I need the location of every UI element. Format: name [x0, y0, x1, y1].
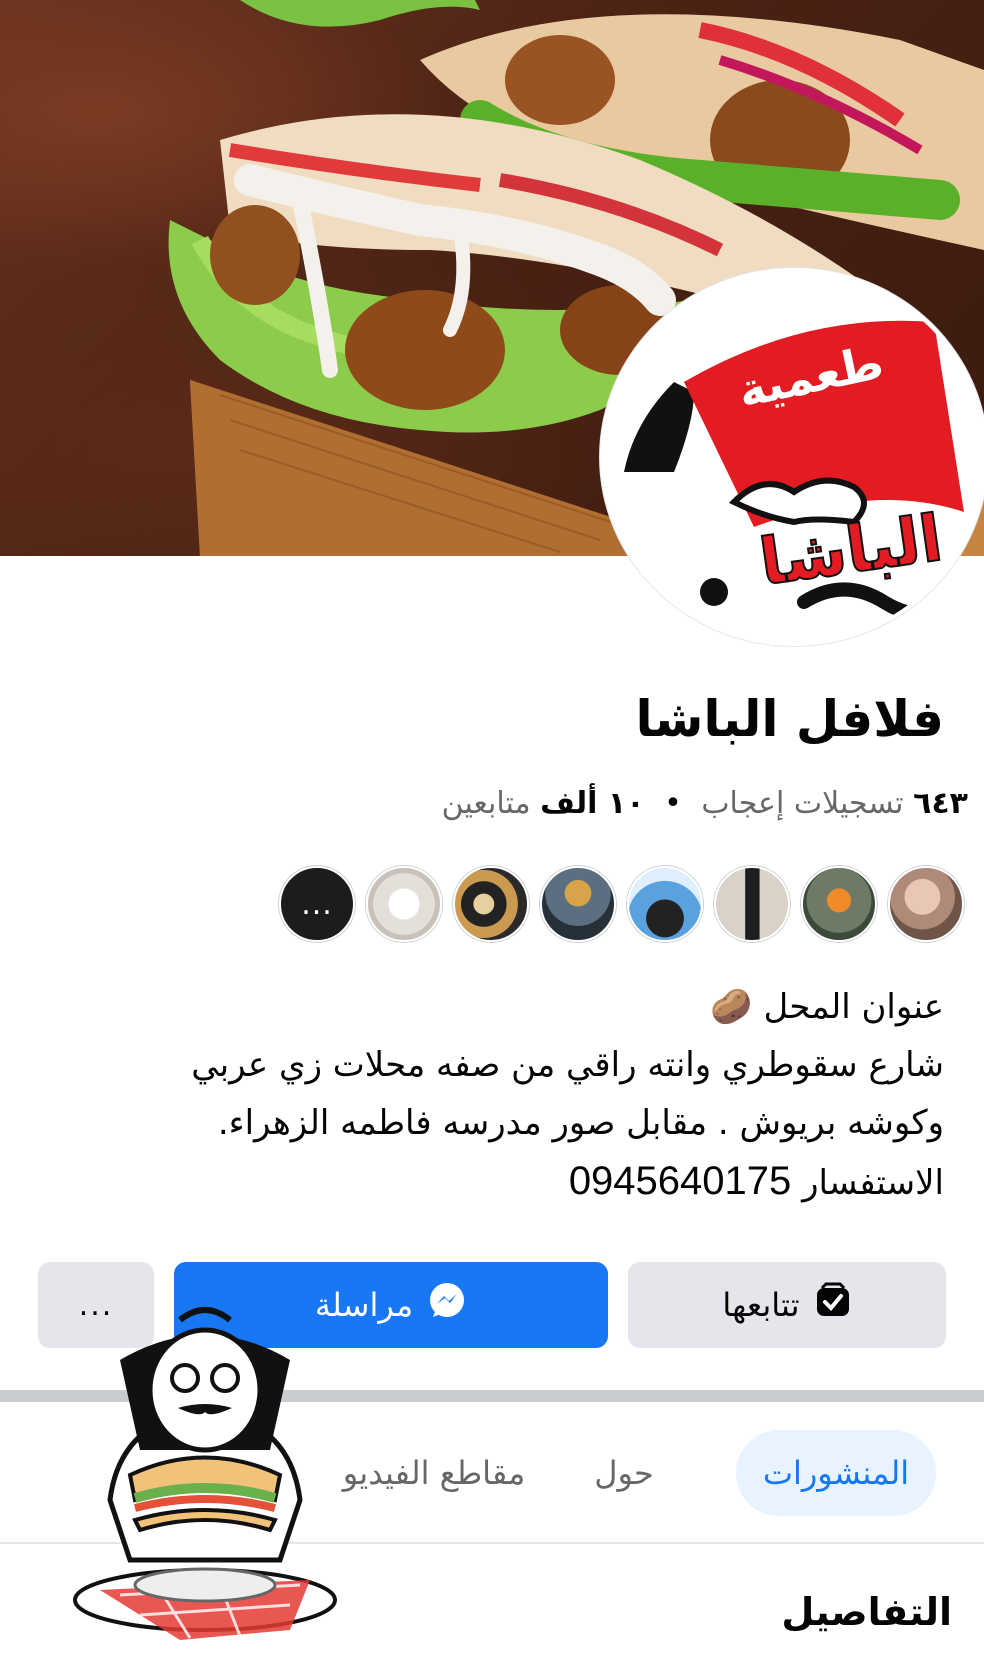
page-bio: عنوان المحل 🥔 شارع سقوطري وانته راقي من … [84, 978, 944, 1212]
follower-avatar[interactable] [801, 866, 877, 942]
tab-videos[interactable]: مقاطع الفيديو [324, 1430, 544, 1516]
bio-line: وكوشه بريوش . مقابل صور مدرسه فاطمه الزه… [217, 1103, 944, 1143]
follower-avatar[interactable] [888, 866, 964, 942]
followers-label: متابعين [441, 786, 531, 821]
page-stats[interactable]: ٦٤٣ تسجيلات إعجاب • ١٠ ألف متابعين [442, 786, 968, 821]
profile-picture[interactable]: طعمية الباشا [600, 268, 984, 646]
details-heading: التفاصيل [781, 1590, 952, 1634]
stats-separator: • [664, 786, 682, 821]
sandwich-mascot-icon [73, 1307, 337, 1640]
follow-icon [814, 1282, 852, 1328]
follower-avatar[interactable] [540, 866, 616, 942]
follower-avatar[interactable] [714, 866, 790, 942]
tab-about[interactable]: حول [564, 1430, 684, 1516]
follower-avatar[interactable] [627, 866, 703, 942]
bio-line: الاستفسار 0945640175 [568, 1159, 944, 1203]
falafel-emoji-icon: 🥔 [710, 987, 753, 1027]
pasha-logo-icon: طعمية الباشا [624, 320, 971, 622]
followers-count: ١٠ ألف [540, 786, 645, 821]
follow-label: تتابعها [722, 1286, 800, 1324]
page-title: فلافل الباشا [635, 690, 944, 748]
follower-avatar[interactable] [453, 866, 529, 942]
bio-line: عنوان المحل 🥔 [710, 987, 944, 1027]
bio-line: شارع سقوطري وانته راقي من صفه محلات زي ع… [191, 1045, 944, 1085]
likes-count: ٦٤٣ [913, 786, 968, 821]
followers-avatars[interactable]: ... [279, 866, 964, 942]
phone-number[interactable]: 0945640175 [569, 1159, 791, 1203]
likes-label: تسجيلات إعجاب [701, 786, 904, 821]
follower-avatar[interactable] [366, 866, 442, 942]
tab-posts[interactable]: المنشورات [736, 1430, 936, 1516]
follow-button[interactable]: تتابعها [628, 1262, 946, 1348]
messenger-icon [427, 1281, 467, 1329]
more-followers-button[interactable]: ... [279, 866, 355, 942]
